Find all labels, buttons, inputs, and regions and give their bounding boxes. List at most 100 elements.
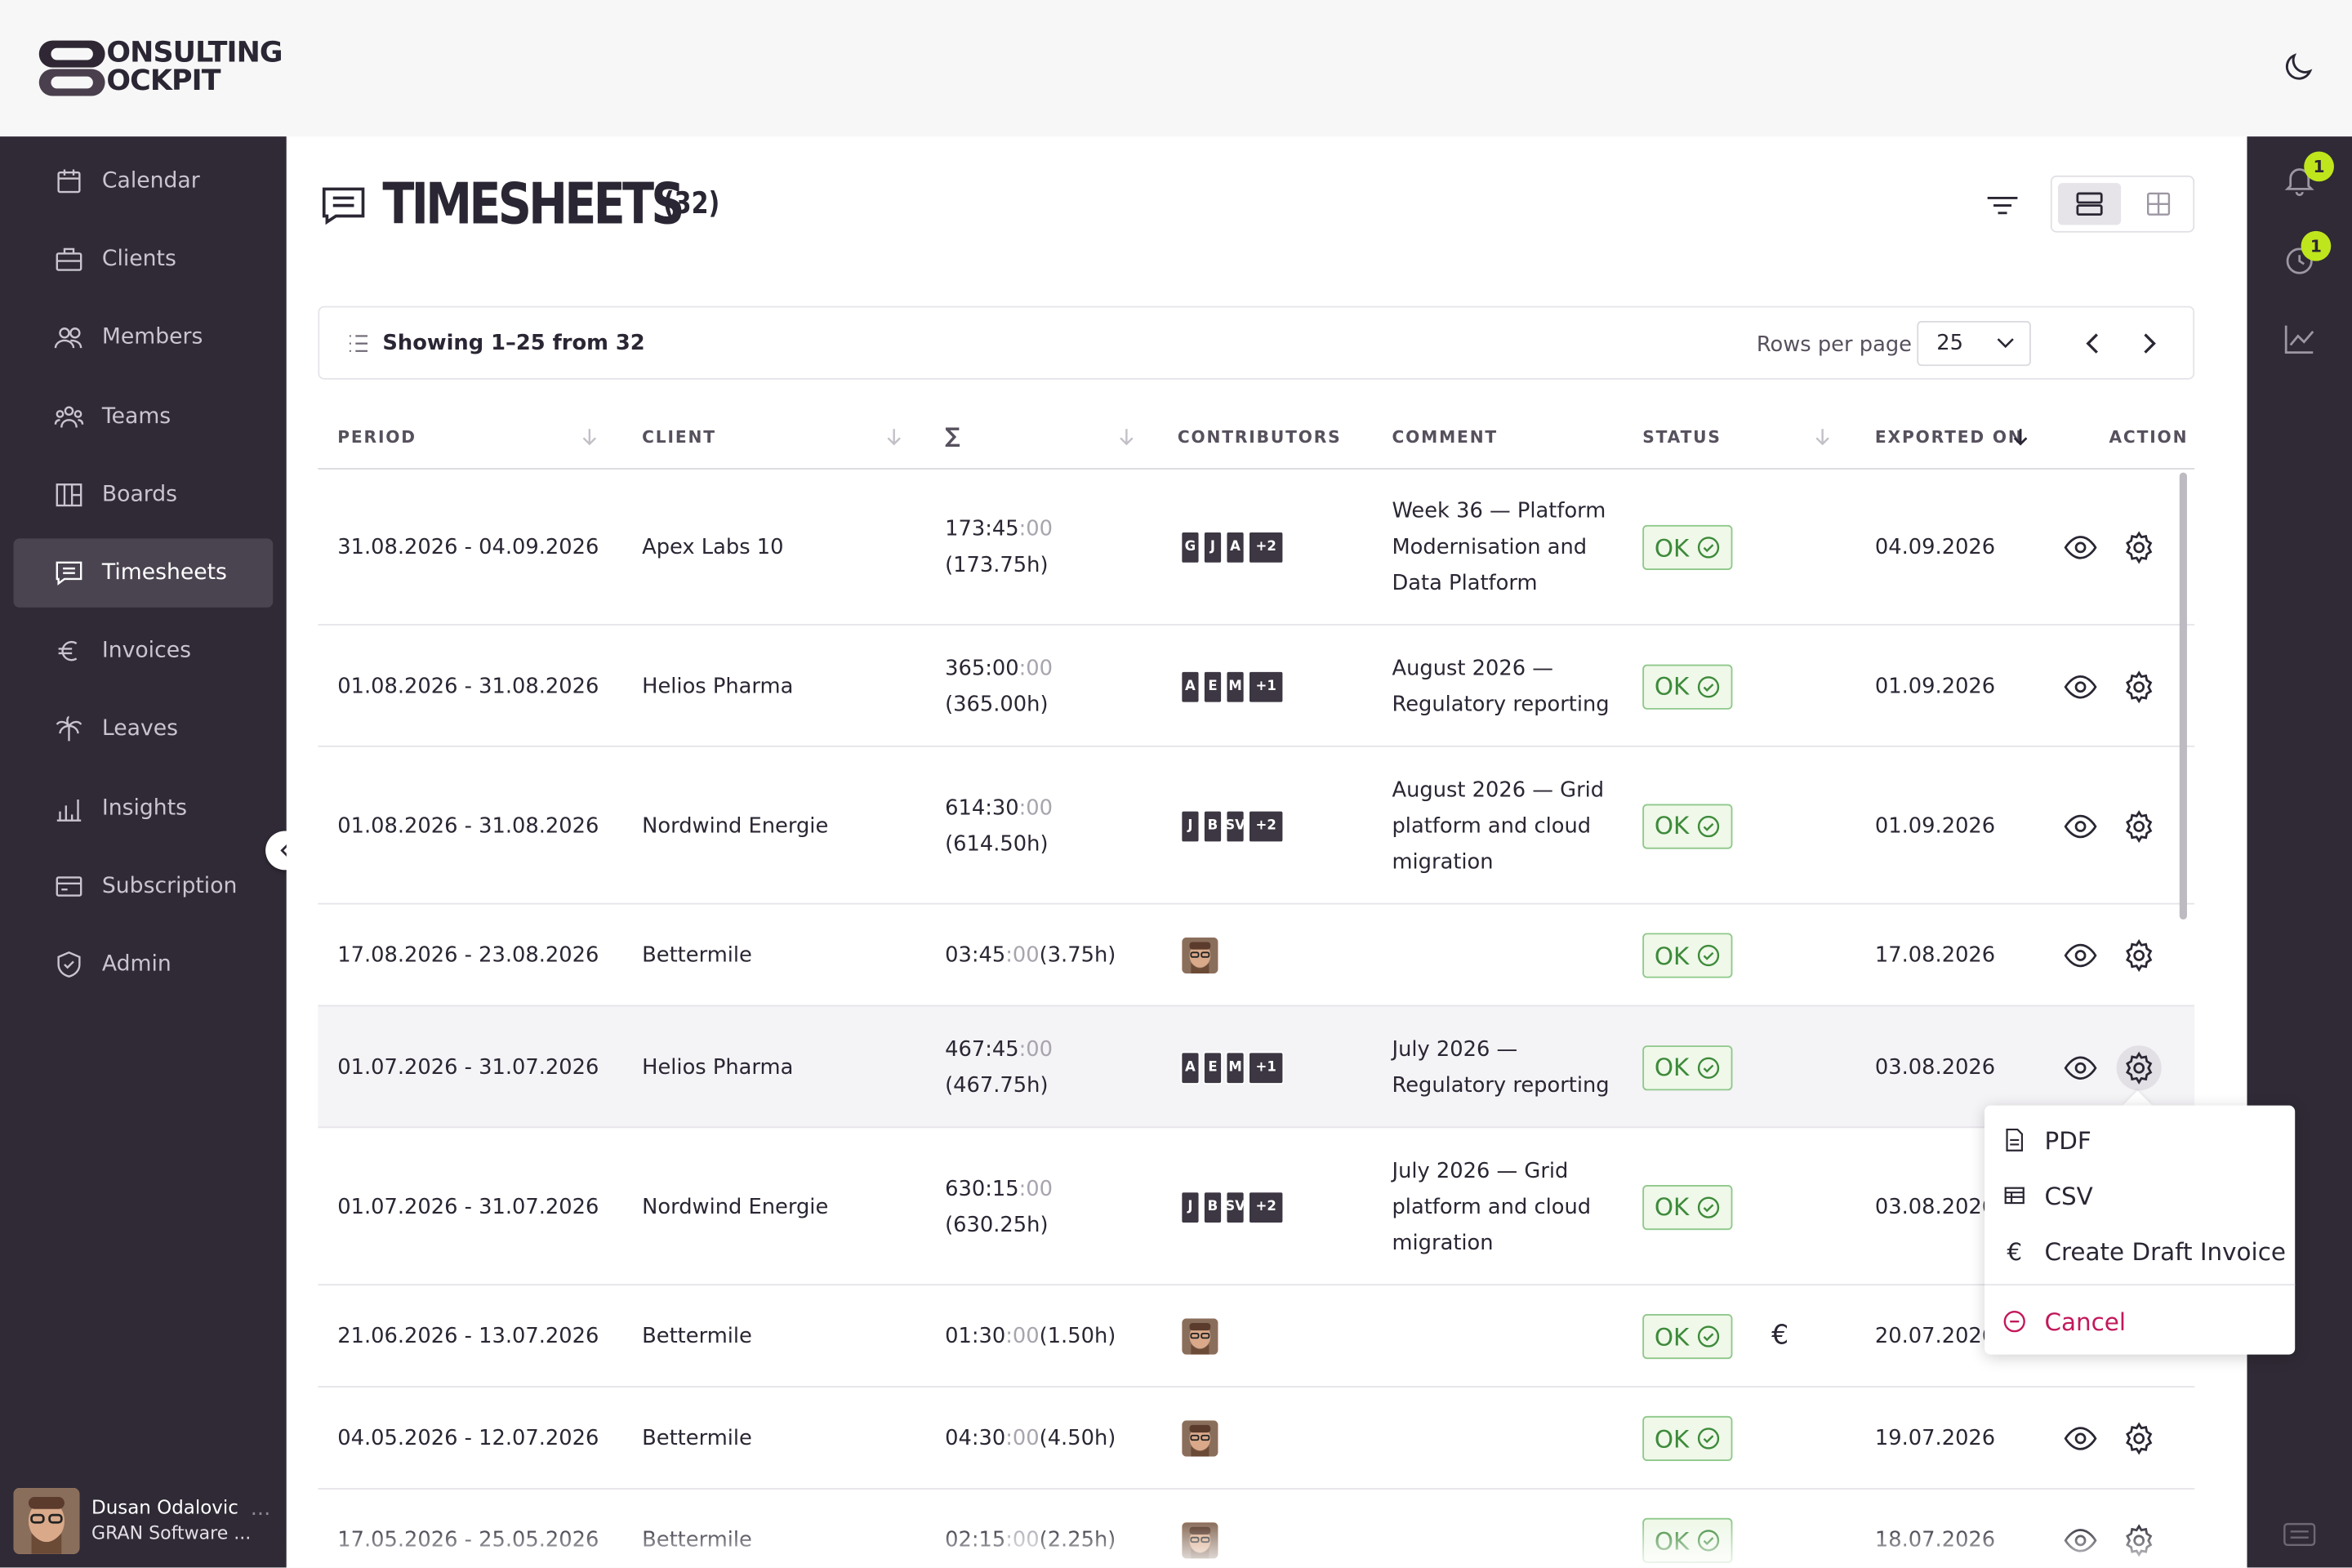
sidebar-item-admin[interactable]: Admin <box>14 930 274 999</box>
eye-icon[interactable] <box>2064 531 2097 564</box>
sidebar-item-timesheets[interactable]: Timesheets <box>13 538 274 608</box>
col-client[interactable]: CLIENT <box>642 427 716 447</box>
contributor-avatar[interactable]: E <box>1203 670 1223 703</box>
comment-line: migration <box>1392 849 1494 874</box>
more-contributors-badge[interactable]: +2 <box>1248 808 1285 843</box>
contributor-avatar[interactable]: B <box>1203 808 1223 843</box>
eye-icon[interactable] <box>2064 1422 2097 1454</box>
menu-item-create-draft-invoice[interactable]: € Create Draft Invoice <box>1984 1226 2295 1276</box>
status-badge: OK <box>1642 524 1733 570</box>
sidebar-item-subscription[interactable]: Subscription <box>14 852 274 920</box>
gear-icon[interactable] <box>2123 531 2155 564</box>
table-row[interactable]: 31.08.2026 - 04.09.2026 Apex Labs 10 173:4… <box>318 470 2195 626</box>
gear-icon[interactable] <box>2123 1050 2155 1084</box>
timesheets-icon <box>322 187 365 225</box>
col-contributors: CONTRIBUTORS <box>1177 427 1342 448</box>
list-icon <box>349 335 368 352</box>
contributor-avatar[interactable] <box>1182 937 1218 974</box>
duration-cell: 01:30:00(1.50h) <box>945 1318 1116 1354</box>
rows-per-page-label: Rows per page <box>1756 332 1912 358</box>
contributor-avatar[interactable]: M <box>1225 1050 1245 1085</box>
duration-hm: 04:30 <box>945 1426 1006 1451</box>
moon-icon[interactable] <box>2280 50 2316 86</box>
gear-icon[interactable] <box>2123 670 2155 703</box>
col-status[interactable]: STATUS <box>1642 427 1722 447</box>
contributor-avatar[interactable]: J <box>1180 1190 1200 1223</box>
sidebar-item-teams[interactable]: Teams <box>14 382 274 451</box>
filter-icon[interactable] <box>1983 189 2022 221</box>
eye-icon[interactable] <box>2064 1051 2097 1084</box>
contributor-avatar[interactable]: A <box>1225 531 1245 564</box>
eye-icon[interactable] <box>2064 670 2097 702</box>
gear-icon[interactable] <box>2123 1422 2155 1455</box>
sidebar-item-members[interactable]: Members <box>14 304 274 372</box>
sort-icon[interactable] <box>884 426 905 448</box>
sort-icon[interactable] <box>579 426 600 448</box>
contributor-avatar[interactable] <box>1182 1420 1218 1457</box>
table-row[interactable]: 01.08.2026 - 31.08.2026 Nordwind Energie 6… <box>318 747 2195 905</box>
chevron-left-icon[interactable] <box>2079 328 2109 359</box>
duration-hm: 614:30 <box>945 795 1019 820</box>
status-badge: OK <box>1642 803 1733 849</box>
eye-icon[interactable] <box>2064 809 2097 842</box>
contributor-avatar[interactable] <box>1182 1318 1218 1355</box>
grid-view-button[interactable] <box>2127 183 2189 225</box>
list-view-button[interactable] <box>2058 183 2122 225</box>
keyboard-icon[interactable] <box>2283 1521 2316 1548</box>
logo[interactable]: ONSULTING OCKPIT <box>36 36 291 102</box>
contributor-avatar[interactable]: M <box>1225 670 1245 703</box>
chevron-right-icon[interactable] <box>2133 328 2163 359</box>
col-period[interactable]: PERIOD <box>337 427 416 447</box>
minus-circle-icon <box>2002 1309 2026 1333</box>
sidebar-item-insights[interactable]: Insights <box>14 773 274 842</box>
sidebar-item-invoices[interactable]: Invoices <box>14 617 274 685</box>
table-row[interactable]: 17.08.2026 - 23.08.2026 Bettermile 03:45:0… <box>318 905 2195 1007</box>
more-contributors-badge[interactable]: +2 <box>1248 531 1285 564</box>
menu-item-cancel[interactable]: Cancel <box>1984 1296 2295 1347</box>
more-contributors-badge[interactable]: +1 <box>1248 1050 1285 1085</box>
contributor-avatar[interactable]: SV <box>1225 1190 1245 1223</box>
gear-icon[interactable] <box>2123 809 2155 843</box>
sidebar-item-clients[interactable]: Clients <box>14 225 274 294</box>
contributor-avatar[interactable]: A <box>1180 670 1200 703</box>
menu-item-csv[interactable]: CSV <box>1984 1170 2295 1221</box>
contributor-avatar[interactable]: G <box>1180 531 1200 564</box>
exported-on-cell: 03.08.2026 <box>1874 1194 1996 1219</box>
contributor-avatar[interactable]: B <box>1203 1190 1223 1223</box>
scrollbar[interactable] <box>2179 472 2187 920</box>
more-icon[interactable]: ··· <box>251 1503 271 1526</box>
sort-icon[interactable] <box>1812 426 1833 448</box>
palm-icon <box>54 715 84 745</box>
gear-icon[interactable] <box>2123 938 2155 973</box>
menu-item-pdf[interactable]: PDF <box>1984 1115 2295 1165</box>
table-row[interactable]: 01.07.2026 - 31.07.2026 Nordwind Energie 6… <box>318 1128 2195 1286</box>
status-badge: OK <box>1642 1045 1733 1090</box>
sort-desc-icon[interactable] <box>2010 426 2031 448</box>
more-contributors-badge[interactable]: +2 <box>1248 1190 1285 1223</box>
table-row[interactable]: 21.06.2026 - 13.07.2026 Bettermile 01:30:0… <box>318 1285 2195 1388</box>
sort-icon[interactable] <box>1116 426 1138 448</box>
sidebar-item-leaves[interactable]: Leaves <box>14 695 274 764</box>
members-icon <box>54 323 84 354</box>
col-exported-on[interactable]: EXPORTED ON <box>1875 427 2024 447</box>
table-row[interactable]: 01.08.2026 - 31.08.2026 Helios Pharma 365:… <box>318 626 2195 747</box>
col-comment: COMMENT <box>1392 427 1499 448</box>
contributor-avatar[interactable]: J <box>1203 531 1223 564</box>
avatar <box>13 1488 80 1554</box>
hours-cell: (173.75h) <box>945 553 1049 578</box>
contributor-avatar[interactable]: A <box>1180 1050 1200 1085</box>
col-sum[interactable]: ∑ <box>945 425 961 448</box>
sidebar-item-boards[interactable]: Boards <box>14 461 274 529</box>
user-profile[interactable]: Dusan Odalovic GRAN Software ... ··· <box>13 1488 284 1554</box>
duration-hm: 03:45 <box>945 943 1006 968</box>
more-contributors-badge[interactable]: +1 <box>1248 670 1285 703</box>
contributor-avatar[interactable]: J <box>1180 808 1200 843</box>
line-chart-icon[interactable] <box>2282 321 2318 357</box>
contributor-avatar[interactable]: E <box>1203 1050 1223 1085</box>
rows-per-page-select[interactable]: 25 <box>1917 321 2031 367</box>
table-row[interactable]: 04.05.2026 - 12.07.2026 Bettermile 04:30:0… <box>318 1388 2195 1490</box>
sidebar-item-calendar[interactable]: Calendar <box>14 147 274 216</box>
table-row[interactable]: 01.07.2026 - 31.07.2026 Helios Pharma 467:… <box>318 1006 2195 1129</box>
eye-icon[interactable] <box>2064 939 2097 972</box>
contributor-avatar[interactable]: SV <box>1225 808 1245 843</box>
